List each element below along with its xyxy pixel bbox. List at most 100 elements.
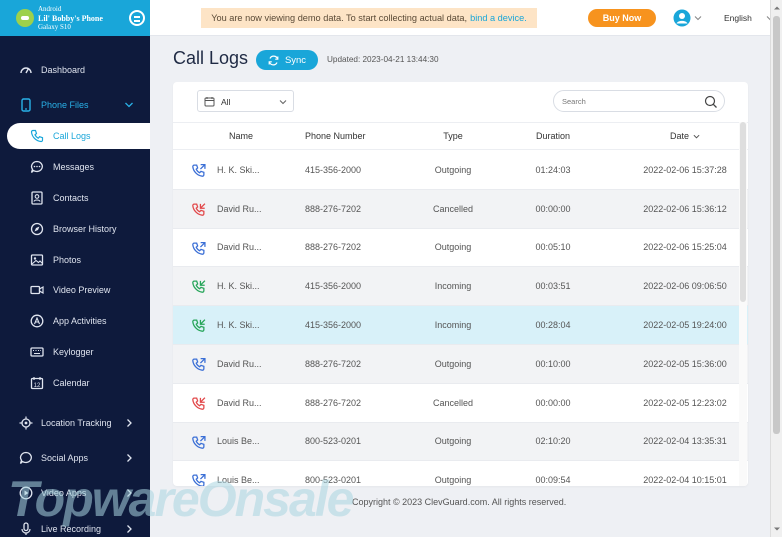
- sidebar-item-app-activities[interactable]: App Activities: [0, 308, 150, 334]
- sidebar-item-video-preview[interactable]: Video Preview: [0, 277, 150, 303]
- sidebar-item-label: Social Apps: [41, 453, 89, 463]
- column-date[interactable]: Date: [623, 123, 747, 149]
- globe-icon: [30, 222, 44, 236]
- sidebar-item-label: Browser History: [53, 224, 117, 234]
- chevron-down-icon[interactable]: [694, 14, 702, 22]
- cell-phone-number: 888-276-7202: [305, 358, 362, 369]
- sync-button[interactable]: Sync: [256, 50, 318, 70]
- sidebar-item-call-logs[interactable]: Call Logs: [7, 123, 150, 149]
- sidebar-item-label: App Activities: [53, 316, 107, 326]
- updated-timestamp: Updated: 2023-04-21 13:44:30: [327, 55, 439, 64]
- table-row[interactable]: David Ru... 888-276-7202 Outgoing 00:10:00 2…: [173, 344, 748, 384]
- search-input[interactable]: [562, 94, 692, 109]
- contacts-icon: [31, 191, 43, 205]
- buy-now-button[interactable]: Buy Now: [588, 9, 656, 27]
- sidebar-item-phone-files[interactable]: Phone Files: [0, 92, 150, 118]
- image-icon: [30, 254, 44, 266]
- sync-icon: [268, 55, 279, 65]
- message-icon: [30, 160, 43, 173]
- sidebar-item-label: Phone Files: [41, 100, 89, 110]
- sidebar-item-keylogger[interactable]: Keylogger: [0, 339, 150, 365]
- footer-copyright: Copyright © 2023 ClevGuard.com. All righ…: [352, 497, 567, 507]
- cell-phone-number: 888-276-7202: [305, 242, 362, 253]
- cell-name: Louis Be...: [217, 436, 260, 447]
- cell-date: 2022-02-06 15:37:28: [643, 164, 727, 175]
- sidebar-item-messages[interactable]: Messages: [0, 154, 150, 180]
- sidebar-item-browser-history[interactable]: Browser History: [0, 216, 150, 242]
- chevron-right-icon: [127, 419, 132, 427]
- cell-date: 2022-02-05 12:23:02: [643, 397, 727, 408]
- sync-label: Sync: [284, 54, 307, 66]
- cell-date: 2022-02-04 13:35:31: [643, 436, 727, 447]
- svg-text:12: 12: [34, 383, 41, 389]
- user-avatar-icon[interactable]: [673, 9, 691, 27]
- cell-duration: 00:05:10: [535, 242, 571, 253]
- table-row[interactable]: H. K. Ski... 415-356-2000 Incoming 00:28:04…: [173, 306, 748, 345]
- cell-name: H. K. Ski...: [217, 320, 260, 331]
- cell-name: David Ru...: [217, 397, 262, 408]
- sidebar-item-dashboard[interactable]: Dashboard: [0, 57, 150, 83]
- cell-type: Outgoing: [434, 475, 472, 486]
- watermark: TopwareOnsale: [8, 471, 354, 527]
- sidebar-item-label: Video Preview: [53, 285, 111, 295]
- language-selector[interactable]: English: [724, 13, 752, 23]
- column-type[interactable]: Type: [431, 123, 475, 149]
- cell-phone-number: 415-356-2000: [305, 281, 362, 292]
- cell-name: David Ru...: [217, 203, 262, 214]
- cell-name: David Ru...: [217, 358, 262, 369]
- cell-duration: 02:10:20: [535, 436, 571, 447]
- outgoing-call-icon: [192, 163, 206, 177]
- sidebar-item-calendar[interactable]: 12 Calendar: [0, 370, 150, 396]
- table-scrollbar-thumb[interactable]: [740, 122, 746, 302]
- scroll-up-icon[interactable]: [773, 4, 781, 12]
- cell-duration: 00:10:00: [535, 358, 571, 369]
- device-os: Android: [38, 4, 62, 13]
- sidebar-item-social-apps[interactable]: Social Apps: [0, 445, 150, 471]
- top-bar: You are now viewing demo data. To start …: [150, 0, 782, 36]
- scroll-down-icon[interactable]: [773, 525, 781, 533]
- table-row[interactable]: H. K. Ski... 415-356-2000 Incoming 00:03:51…: [173, 267, 748, 307]
- cell-duration: 00:00:00: [535, 397, 571, 408]
- page-scrollbar-thumb[interactable]: [773, 16, 780, 434]
- table-row[interactable]: H. K. Ski... 415-356-2000 Outgoing 01:24:03…: [173, 151, 748, 190]
- column-duration[interactable]: Duration: [529, 123, 577, 149]
- search-icon[interactable]: [704, 95, 718, 109]
- page-scrollbar[interactable]: [770, 0, 782, 537]
- cell-type: Outgoing: [434, 436, 472, 447]
- cell-name: H. K. Ski...: [217, 281, 260, 292]
- table-row[interactable]: Louis Be... 800-523-0201 Outgoing 02:10:20 2…: [173, 422, 748, 462]
- cell-date: 2022-02-05 15:36:00: [643, 358, 727, 369]
- date-filter-select[interactable]: All: [197, 90, 294, 112]
- column-date-label: Date: [669, 131, 689, 141]
- bind-device-link[interactable]: bind a device.: [470, 13, 527, 23]
- table-row[interactable]: David Ru... 888-276-7202 Cancelled 00:00:00…: [173, 189, 748, 229]
- table-scrollbar[interactable]: [739, 122, 747, 486]
- app-store-icon: [30, 314, 44, 328]
- device-header: Android Lil' Bobby's Phone Galaxy S10: [0, 0, 150, 36]
- sidebar: Android Lil' Bobby's Phone Galaxy S10 Da…: [0, 0, 150, 537]
- table-row[interactable]: David Ru... 888-276-7202 Cancelled 00:00:00…: [173, 384, 748, 423]
- search-box: [553, 90, 725, 112]
- cell-type: Outgoing: [434, 164, 472, 175]
- dashboard-icon: [20, 67, 32, 74]
- chevron-down-icon: [279, 100, 287, 105]
- cell-phone-number: 888-276-7202: [305, 397, 362, 408]
- sidebar-item-label: Call Logs: [53, 131, 91, 141]
- sidebar-item-photos[interactable]: Photos: [0, 247, 150, 273]
- device-info: Android Lil' Bobby's Phone Galaxy S10: [38, 5, 103, 32]
- sidebar-item-location-tracking[interactable]: Location Tracking: [0, 410, 150, 436]
- cell-date: 2022-02-05 19:24:00: [643, 320, 727, 331]
- outgoing-call-icon: [192, 241, 206, 255]
- location-icon: [19, 416, 33, 430]
- cell-name: David Ru...: [217, 242, 262, 253]
- outgoing-call-icon: [192, 435, 206, 449]
- sidebar-item-label: Keylogger: [53, 347, 94, 357]
- cell-type: Outgoing: [434, 358, 472, 369]
- cancelled-call-icon: [192, 203, 206, 216]
- table-row[interactable]: David Ru... 888-276-7202 Outgoing 00:05:10 2…: [173, 229, 748, 268]
- sidebar-item-contacts[interactable]: Contacts: [0, 185, 150, 211]
- column-phone-number[interactable]: Phone Number: [305, 123, 366, 149]
- column-name[interactable]: Name: [229, 123, 253, 149]
- call-logs-card: All Name Phone Number Type Duration Date…: [173, 82, 748, 486]
- switch-device-icon[interactable]: [129, 10, 145, 26]
